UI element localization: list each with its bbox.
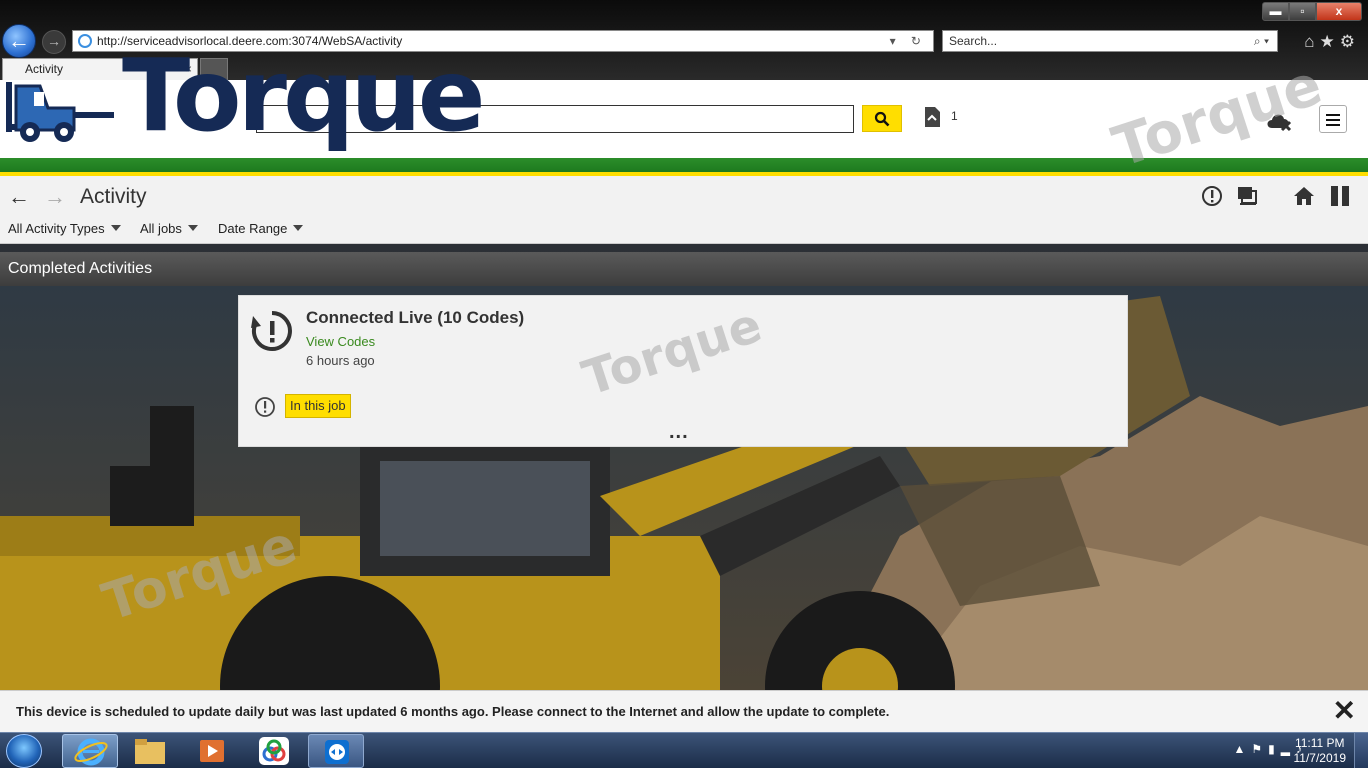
browser-search-input[interactable]: Search... ⌕ ▾ (942, 30, 1278, 52)
filter-activity-types[interactable]: All Activity Types (8, 221, 121, 236)
hamburger-menu-button[interactable] (1319, 105, 1347, 133)
tray-expand-icon[interactable]: ▲ (1234, 742, 1252, 756)
forklift-logo-icon (6, 82, 114, 142)
filter-label: Date Range (218, 221, 288, 236)
activity-title: Connected Live (10 Codes) (306, 308, 525, 327)
taskbar-teamviewer[interactable] (308, 734, 364, 768)
chevron-down-icon (293, 225, 304, 231)
torque-logo: Torque (4, 46, 486, 157)
maximize-button[interactable]: ▫ (1289, 2, 1316, 21)
activity-toolbar: ← → Activity All Activity Types All jobs… (0, 176, 1368, 244)
update-notice-text: This device is scheduled to update daily… (16, 704, 890, 719)
chevron-down-icon (110, 225, 121, 231)
teamviewer-icon (325, 740, 349, 764)
taskbar-app[interactable] (246, 734, 302, 768)
more-options-button[interactable]: ... (669, 422, 689, 442)
browser-forward-button[interactable]: → (42, 30, 66, 54)
refresh-icon[interactable]: ▾ ↻ (890, 31, 927, 51)
minimize-button[interactable]: ▬ (1262, 2, 1289, 21)
menu-line (1326, 114, 1340, 116)
taskbar-media-player[interactable] (184, 734, 240, 768)
section-header: Completed Activities (0, 252, 1368, 286)
activity-timestamp: 6 hours ago (306, 353, 375, 368)
action-center-flag-icon[interactable]: ⚑ (1251, 742, 1268, 756)
system-clock[interactable]: 11:11 PM 11/7/2019 (1294, 736, 1347, 766)
cloud-disconnected-icon[interactable] (1266, 110, 1294, 132)
network-icon[interactable]: ▮ (1268, 742, 1281, 756)
filter-label: All Activity Types (8, 221, 105, 236)
page-title: Activity (80, 185, 147, 208)
search-icon (874, 111, 890, 127)
show-desktop-button[interactable] (1354, 733, 1368, 768)
nav-forward-button[interactable]: → (44, 184, 66, 210)
gallery-icon[interactable] (1236, 184, 1260, 208)
in-this-job-badge[interactable]: In this job (285, 394, 351, 418)
chevron-down-icon (187, 225, 198, 231)
view-codes-link[interactable]: View Codes (306, 334, 375, 349)
favorites-star-icon[interactable]: ★ (1320, 32, 1340, 51)
activity-card: Connected Live (10 Codes) View Codes 6 h… (238, 295, 1128, 447)
connection-status-icon (251, 311, 292, 351)
brand-stripe-green (0, 158, 1368, 172)
documents-icon[interactable] (922, 106, 942, 128)
internet-explorer-icon (74, 738, 108, 766)
app-icon (259, 737, 289, 765)
activity-content: Completed Activities Connected Live (10 … (0, 244, 1368, 690)
taskbar-internet-explorer[interactable] (62, 734, 118, 768)
filter-date-range[interactable]: Date Range (218, 221, 304, 236)
home-icon[interactable] (1292, 184, 1316, 208)
windows-taskbar: ▲⚑▮▂♪ 11:11 PM 11/7/2019 (0, 732, 1368, 768)
home-icon[interactable]: ⌂ (1304, 32, 1319, 51)
browser-toolbar-icons: ⌂★⚙ (1304, 32, 1360, 52)
search-icon[interactable]: ⌕ ▾ (1254, 31, 1269, 51)
ie-page-icon (78, 34, 92, 48)
search-button[interactable] (862, 105, 902, 132)
taskbar-file-explorer[interactable] (122, 734, 178, 768)
diagnostic-alert-icon[interactable] (1200, 184, 1224, 208)
close-window-button[interactable]: x (1316, 2, 1362, 21)
update-notice-bar: This device is scheduled to update daily… (0, 690, 1368, 732)
media-player-icon (200, 740, 224, 762)
filter-jobs[interactable]: All jobs (140, 221, 198, 236)
filter-label: All jobs (140, 221, 182, 236)
clock-date: 11/7/2019 (1293, 751, 1347, 765)
gear-icon[interactable]: ⚙ (1340, 32, 1360, 51)
menu-line (1326, 124, 1340, 126)
close-notice-button[interactable]: ✕ (1333, 696, 1356, 726)
start-button[interactable] (6, 734, 42, 768)
folder-icon (135, 739, 165, 764)
clock-time: 11:11 PM (1294, 736, 1345, 750)
logo-wordmark: Torque (122, 37, 486, 154)
window-controls: ▬ ▫ x (1262, 2, 1362, 21)
menu-line (1326, 119, 1340, 121)
pause-icon[interactable] (1328, 184, 1352, 208)
browser-search-placeholder: Search... (949, 34, 998, 48)
documents-count: 1 (951, 109, 958, 123)
nav-back-button[interactable]: ← (8, 184, 30, 210)
alert-circle-icon (255, 397, 275, 417)
